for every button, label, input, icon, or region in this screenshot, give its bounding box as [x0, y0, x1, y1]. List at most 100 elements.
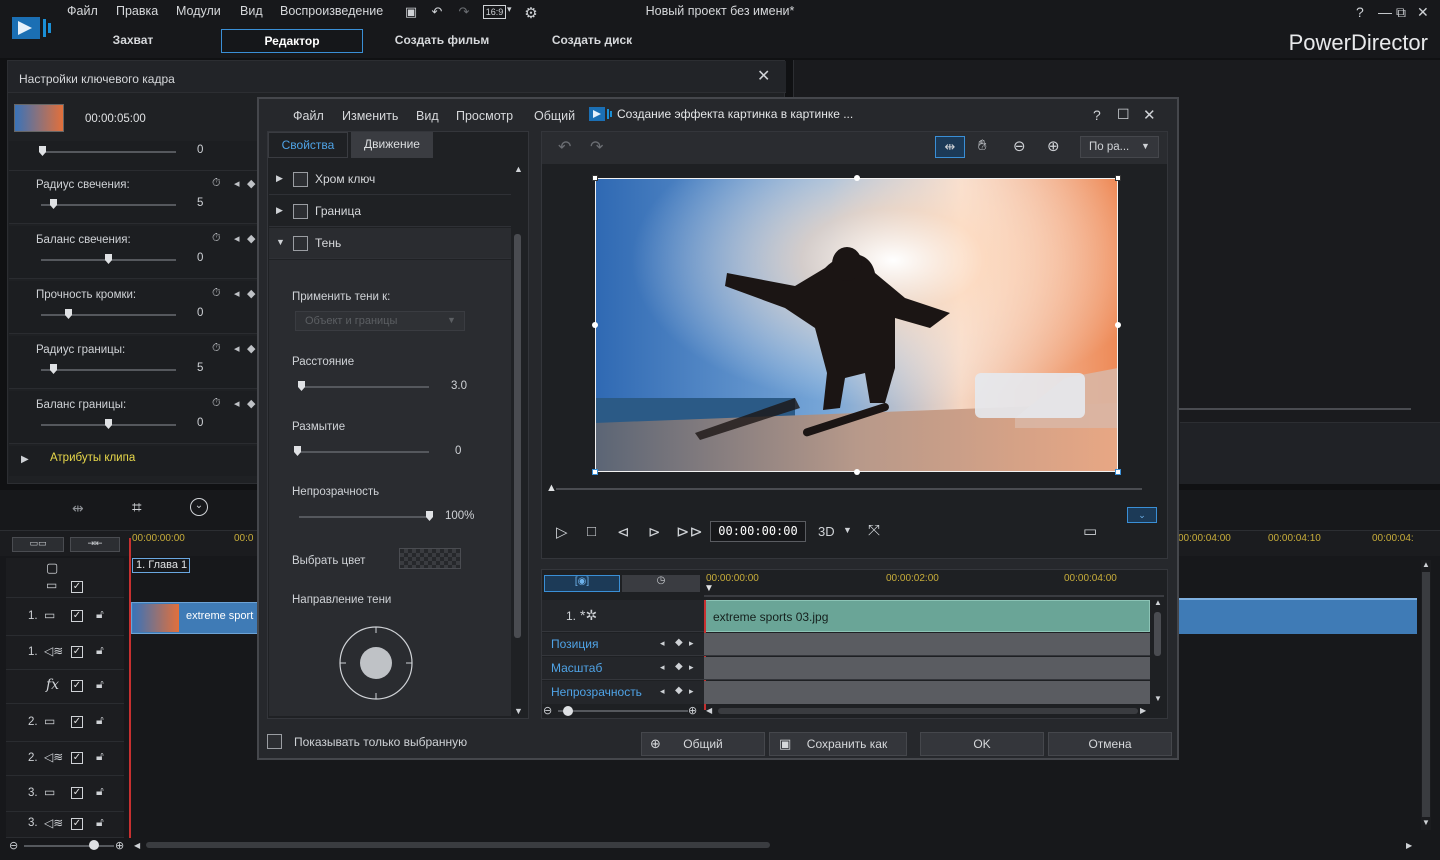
pip-menu-general[interactable]: Общий [534, 109, 575, 123]
border-checkbox[interactable] [293, 204, 308, 219]
prev-keyframe-icon[interactable]: ◂ [660, 662, 665, 673]
scroll-down-icon[interactable]: ▼ [514, 706, 523, 716]
tab-create-disc[interactable]: Создать диск [532, 29, 652, 53]
add-keyframe-icon[interactable]: ◆ [247, 397, 255, 410]
pip-menu-preview[interactable]: Просмотр [456, 109, 513, 123]
next-frame-icon[interactable]: ⊳ [648, 523, 661, 541]
timecode-display[interactable]: 00:00:00:00 [710, 521, 806, 542]
track-enable-checkbox[interactable]: ✓ [71, 818, 83, 830]
resize-handle[interactable] [592, 322, 598, 328]
prev-keyframe-icon[interactable]: ◂ [234, 287, 240, 300]
mini-clip[interactable]: extreme sports 03.jpg [704, 600, 1150, 632]
section-border[interactable]: ▶ Граница [269, 196, 511, 227]
general-button[interactable]: ⊕ Общий [641, 732, 765, 756]
distance-slider-thumb[interactable] [298, 381, 305, 391]
slider-thumb[interactable] [39, 146, 46, 156]
play-icon[interactable]: ▷ [556, 523, 568, 541]
redo-icon[interactable]: ↷ [590, 137, 603, 157]
add-keyframe-icon[interactable]: ◆ [247, 287, 255, 300]
fit-select[interactable]: По ра... ▼ [1080, 136, 1159, 158]
scroll-down-icon[interactable]: ▼ [1154, 694, 1162, 703]
selection-frame[interactable] [595, 178, 1118, 472]
chroma-key-checkbox[interactable] [293, 172, 308, 187]
close-icon[interactable]: ✕ [757, 66, 770, 86]
scroll-left-icon[interactable]: ◀ [706, 706, 712, 715]
resize-handle[interactable] [1115, 175, 1121, 181]
resize-handle[interactable] [854, 175, 860, 181]
tab-capture[interactable]: Захват [74, 29, 192, 53]
hand-icon[interactable]: ✋︎ [978, 137, 987, 154]
scroll-up-icon[interactable]: ▲ [514, 164, 523, 174]
prev-keyframe-icon[interactable]: ◂ [234, 232, 240, 245]
lock-icon[interactable]: 🔓︎ [96, 784, 104, 799]
close-icon[interactable]: ✕ [1143, 106, 1156, 124]
fast-forward-icon[interactable]: ⊳⊳ [676, 522, 703, 542]
duration-view-icon[interactable]: ◷ [622, 575, 700, 592]
restore-icon[interactable]: ⧉ [1396, 4, 1406, 21]
resize-handle[interactable] [1115, 469, 1121, 475]
fit-timeline-icon[interactable]: ⇥⇤ [70, 537, 120, 552]
help-icon[interactable]: ? [1356, 4, 1364, 20]
timeline-clip-continued[interactable] [1178, 598, 1417, 634]
mini-zoom-track[interactable] [558, 710, 688, 712]
add-keyframe-icon[interactable]: ◆ [675, 661, 683, 672]
stop-icon[interactable]: □ [587, 523, 596, 540]
scroll-left-icon[interactable]: ◀ [134, 841, 140, 850]
minimize-icon[interactable]: — [1378, 4, 1392, 20]
mode-3d-label[interactable]: 3D [818, 524, 835, 539]
lock-icon[interactable]: 🔓︎ [96, 713, 104, 728]
preview-scrub-bar[interactable] [1179, 408, 1411, 410]
lock-icon[interactable]: 🔓︎ [96, 749, 104, 764]
track-enable-checkbox[interactable]: ✓ [71, 646, 83, 658]
timeline-clip[interactable]: extreme sport [131, 602, 258, 634]
undo-icon[interactable]: ↶ [558, 137, 571, 157]
section-chroma-key[interactable]: ▶ Хром ключ [269, 164, 511, 195]
tab-editor[interactable]: Редактор [221, 29, 363, 53]
zoom-in-icon[interactable]: ⊕ [115, 839, 124, 852]
prev-keyframe-icon[interactable]: ◂ [234, 342, 240, 355]
resize-handle[interactable] [1115, 322, 1121, 328]
maximize-icon[interactable]: ☐ [1117, 106, 1130, 123]
shadow-checkbox[interactable] [293, 236, 308, 251]
stopwatch-icon[interactable]: ⏱ [212, 177, 221, 190]
show-selected-checkbox[interactable] [267, 734, 282, 749]
blur-slider-thumb[interactable] [294, 446, 301, 456]
mini-zoom-thumb[interactable] [563, 706, 573, 716]
chapter-marker[interactable]: 1. Глава 1 [132, 558, 190, 573]
keyframe-view-icon[interactable]: [◉] [544, 575, 620, 592]
resize-handle[interactable] [592, 175, 598, 181]
mini-hscroll-thumb[interactable] [718, 708, 1138, 714]
resize-handle[interactable] [854, 469, 860, 475]
scroll-thumb[interactable] [1422, 572, 1430, 817]
attr-row-opacity[interactable]: Непрозрачность ◂ ◆ ▸ [542, 681, 704, 704]
mini-playhead-icon[interactable]: ▼ [704, 583, 714, 594]
zoom-out-icon[interactable]: ⊖ [1013, 137, 1026, 155]
stopwatch-icon[interactable]: ⏱ [212, 232, 221, 245]
attr-row-scale[interactable]: Масштаб ◂ ◆ ▸ [542, 657, 704, 680]
zoom-slider-thumb[interactable] [89, 840, 99, 850]
tab-properties[interactable]: Свойства [268, 132, 348, 158]
slider-thumb[interactable] [50, 199, 57, 209]
crop-icon[interactable]: ⌗ [132, 498, 142, 518]
scroll-up-icon[interactable]: ▲ [1422, 560, 1430, 569]
cancel-button[interactable]: Отмена [1048, 732, 1172, 756]
stopwatch-icon[interactable]: ⏱ [212, 342, 221, 355]
shadow-color-picker[interactable] [399, 548, 461, 569]
lock-icon[interactable]: 🔓︎ [96, 815, 104, 830]
attr-row-position[interactable]: Позиция ◂ ◆ ▸ [542, 633, 704, 656]
zoom-in-icon[interactable]: ⊕ [1047, 137, 1060, 155]
lock-icon[interactable]: 🔓︎ [96, 607, 104, 622]
lock-icon[interactable]: 🔓︎ [96, 643, 104, 658]
mini-vscroll-thumb[interactable] [1154, 612, 1161, 656]
slider-thumb[interactable] [105, 419, 112, 429]
stopwatch-icon[interactable]: ⏱ [212, 287, 221, 300]
apply-shadow-select[interactable]: Объект и границы ▼ [295, 311, 465, 331]
tab-motion[interactable]: Движение [351, 132, 433, 158]
close-icon[interactable]: ✕ [1417, 4, 1429, 21]
panel-scroll-thumb[interactable] [514, 234, 521, 638]
zoom-out-icon[interactable]: ⊖ [9, 839, 18, 852]
zoom-slider-track[interactable] [24, 845, 114, 847]
track-enable-checkbox[interactable]: ✓ [71, 752, 83, 764]
subtitle-track-checkbox[interactable]: ✓ [71, 581, 83, 593]
attr-track-position[interactable] [704, 633, 1150, 656]
